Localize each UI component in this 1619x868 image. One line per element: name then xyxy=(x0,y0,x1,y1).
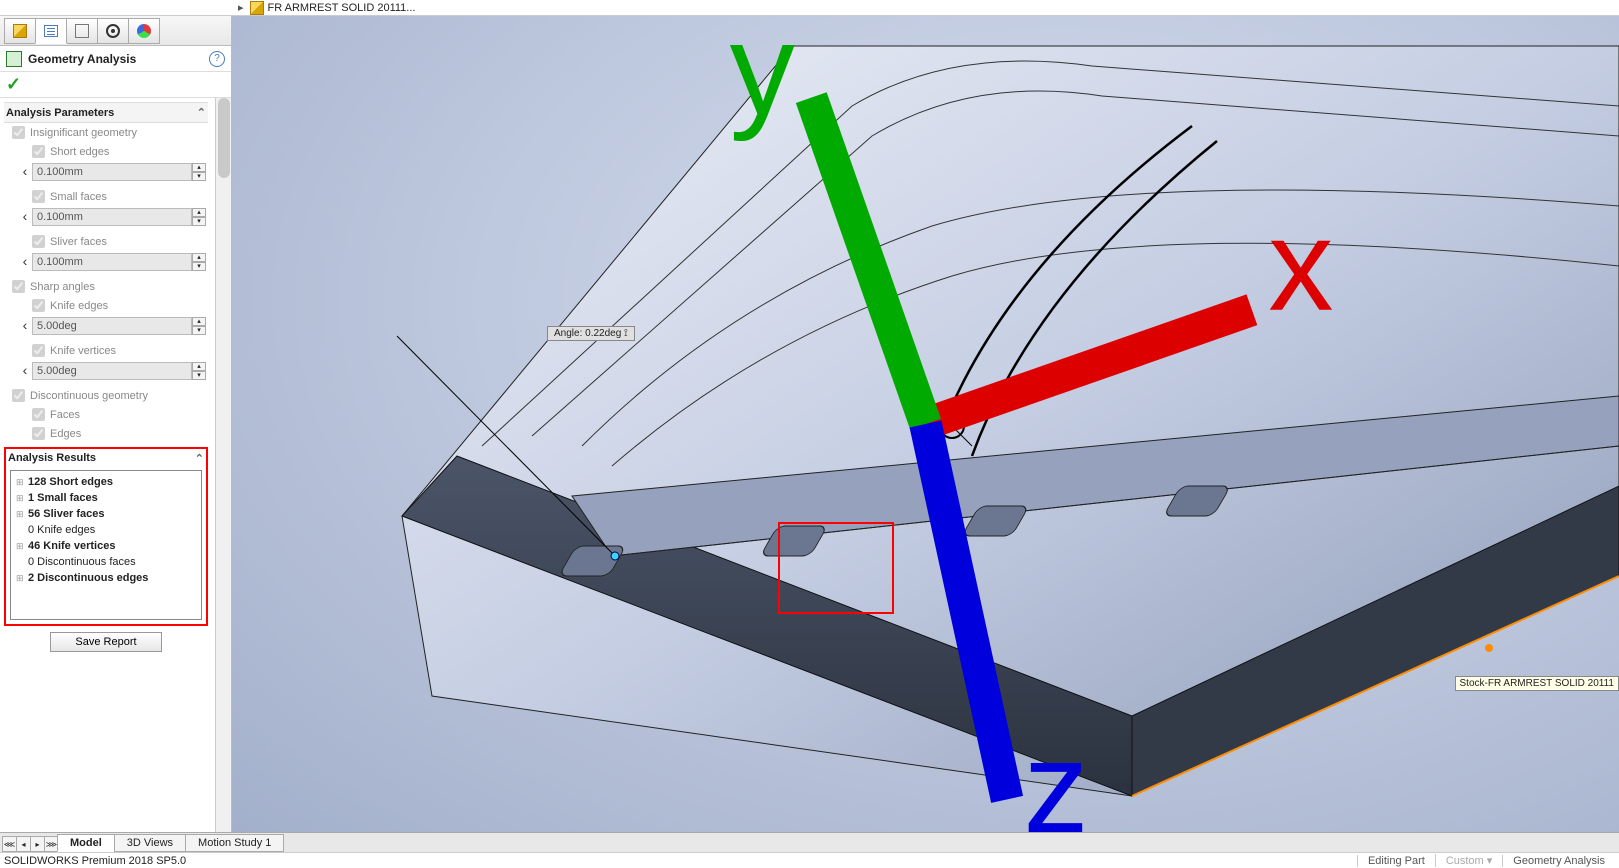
tab-feature-manager[interactable] xyxy=(4,18,36,44)
spinner[interactable]: ▴▾ xyxy=(192,362,206,380)
panel-scroll-area: Analysis Parameters ⌃ Insignificant geom… xyxy=(0,98,231,832)
input-knife-vertices-value: ‹ ▴▾ xyxy=(4,360,208,386)
collapse-icon[interactable]: ⌃ xyxy=(197,106,206,119)
check-knife-edges[interactable]: Knife edges xyxy=(4,296,208,315)
status-editing: Editing Part xyxy=(1357,855,1435,867)
status-bar: SOLIDWORKS Premium 2018 SP5.0 Editing Pa… xyxy=(0,852,1619,868)
section-analysis-results[interactable]: Analysis Results ⌃ xyxy=(6,449,206,468)
result-item[interactable]: ⊞56 Sliver faces xyxy=(12,506,200,522)
spinner[interactable]: ▴▾ xyxy=(192,208,206,226)
tab-nav: ⋘ ◂ ▸ ⋙ xyxy=(0,836,58,852)
check-sliver-faces[interactable]: Sliver faces xyxy=(4,232,208,251)
ok-button[interactable]: ✓ xyxy=(6,74,21,95)
document-title[interactable]: FR ARMREST SOLID 20111... xyxy=(268,2,416,14)
tab-nav-prev[interactable]: ◂ xyxy=(16,836,31,852)
confirm-row: ✓ xyxy=(0,72,231,98)
geometry-analysis-icon xyxy=(6,51,22,67)
section-label: Analysis Parameters xyxy=(6,107,114,119)
check-edges[interactable]: Edges xyxy=(4,424,208,443)
check-small-faces[interactable]: Small faces xyxy=(4,187,208,206)
save-report-button[interactable]: Save Report xyxy=(50,632,161,652)
section-analysis-parameters[interactable]: Analysis Parameters ⌃ xyxy=(4,102,208,123)
panel-tab-strip xyxy=(0,16,231,46)
collapse-icon[interactable]: ⌃ xyxy=(195,452,204,465)
check-insignificant-geometry[interactable]: Insignificant geometry xyxy=(4,123,208,142)
expand-icon[interactable]: ⊞ xyxy=(16,477,28,488)
input-sliver-faces-value: ‹ ▴▾ xyxy=(4,251,208,277)
result-item[interactable]: ⊞2 Discontinuous edges xyxy=(12,570,200,586)
panel-scrollbar[interactable] xyxy=(215,98,231,832)
spinner[interactable]: ▴▾ xyxy=(192,253,206,271)
help-button[interactable]: ? xyxy=(209,51,225,67)
result-item[interactable]: ⊞46 Knife vertices xyxy=(12,538,200,554)
status-custom[interactable]: Custom ▾ xyxy=(1435,854,1502,867)
panel-title: Geometry Analysis xyxy=(28,52,136,66)
tab-display-manager[interactable] xyxy=(128,18,160,44)
expand-icon[interactable]: ⊞ xyxy=(16,493,28,504)
document-breadcrumb-bar: ▸ FR ARMREST SOLID 20111... xyxy=(0,0,1619,16)
check-faces[interactable]: Faces xyxy=(4,405,208,424)
sliver-faces-field[interactable] xyxy=(32,253,192,271)
view-triad[interactable]: x y z xyxy=(232,16,1619,832)
check-discontinuous-geometry[interactable]: Discontinuous geometry xyxy=(4,386,208,405)
result-item[interactable]: ⊞1 Small faces xyxy=(12,490,200,506)
results-tree: ⊞128 Short edges ⊞1 Small faces ⊞56 Sliv… xyxy=(10,470,202,620)
spinner[interactable]: ▴▾ xyxy=(192,163,206,181)
input-small-faces-value: ‹ ▴▾ xyxy=(4,206,208,232)
tab-model[interactable]: Model xyxy=(57,834,115,852)
expand-icon[interactable]: ⊞ xyxy=(16,541,28,552)
property-manager-panel: Geometry Analysis ? ✓ Analysis Parameter… xyxy=(0,16,232,832)
bottom-tab-bar: ⋘ ◂ ▸ ⋙ Model 3D Views Motion Study 1 xyxy=(0,832,1619,852)
section-label: Analysis Results xyxy=(8,452,96,465)
panel-header: Geometry Analysis ? xyxy=(0,46,231,72)
back-icon[interactable]: ‹ xyxy=(18,253,32,271)
check-short-edges[interactable]: Short edges xyxy=(4,142,208,161)
expand-icon[interactable]: ⊞ xyxy=(16,509,28,520)
back-icon[interactable]: ‹ xyxy=(18,208,32,226)
svg-text:y: y xyxy=(730,16,796,142)
knife-edges-field[interactable] xyxy=(32,317,192,335)
short-edges-field[interactable] xyxy=(32,163,192,181)
expand-icon[interactable]: ⊞ xyxy=(16,573,28,584)
status-analysis: Geometry Analysis xyxy=(1502,855,1615,867)
svg-text:x: x xyxy=(1268,192,1333,338)
save-report-row: Save Report xyxy=(4,626,208,658)
target-icon xyxy=(106,24,120,38)
back-icon[interactable]: ‹ xyxy=(18,163,32,181)
graphics-viewport[interactable]: Angle: 0.22deg ⟟ Stock-FR ARMREST SOLID … xyxy=(232,16,1619,832)
properties-icon xyxy=(44,25,58,37)
check-sharp-angles[interactable]: Sharp angles xyxy=(4,277,208,296)
input-knife-edges-value: ‹ ▴▾ xyxy=(4,315,208,341)
scrollbar-thumb[interactable] xyxy=(218,98,230,178)
tab-nav-next[interactable]: ▸ xyxy=(30,836,45,852)
small-faces-field[interactable] xyxy=(32,208,192,226)
tab-dimxpert[interactable] xyxy=(97,18,129,44)
tab-motion-study[interactable]: Motion Study 1 xyxy=(185,834,284,852)
result-item[interactable]: 0 Knife edges xyxy=(12,522,200,538)
analysis-results-highlight: Analysis Results ⌃ ⊞128 Short edges ⊞1 S… xyxy=(4,447,208,626)
part-cube-icon xyxy=(13,24,27,38)
result-item[interactable]: ⊞128 Short edges xyxy=(12,474,200,490)
spinner[interactable]: ▴▾ xyxy=(192,317,206,335)
knife-vertices-field[interactable] xyxy=(32,362,192,380)
part-cube-icon xyxy=(250,1,264,15)
breadcrumb-arrow-icon[interactable]: ▸ xyxy=(238,1,244,14)
tab-3d-views[interactable]: 3D Views xyxy=(114,834,186,852)
config-icon xyxy=(75,24,89,38)
back-icon[interactable]: ‹ xyxy=(18,317,32,335)
status-product: SOLIDWORKS Premium 2018 SP5.0 xyxy=(4,855,186,867)
check-knife-vertices[interactable]: Knife vertices xyxy=(4,341,208,360)
appearance-icon xyxy=(137,24,151,38)
svg-text:z: z xyxy=(1023,714,1088,832)
input-short-edges-value: ‹ ▴▾ xyxy=(4,161,208,187)
back-icon[interactable]: ‹ xyxy=(18,362,32,380)
result-item[interactable]: 0 Discontinuous faces xyxy=(12,554,200,570)
tab-nav-first[interactable]: ⋘ xyxy=(2,836,17,852)
tab-configuration-manager[interactable] xyxy=(66,18,98,44)
tab-property-manager[interactable] xyxy=(35,18,67,44)
